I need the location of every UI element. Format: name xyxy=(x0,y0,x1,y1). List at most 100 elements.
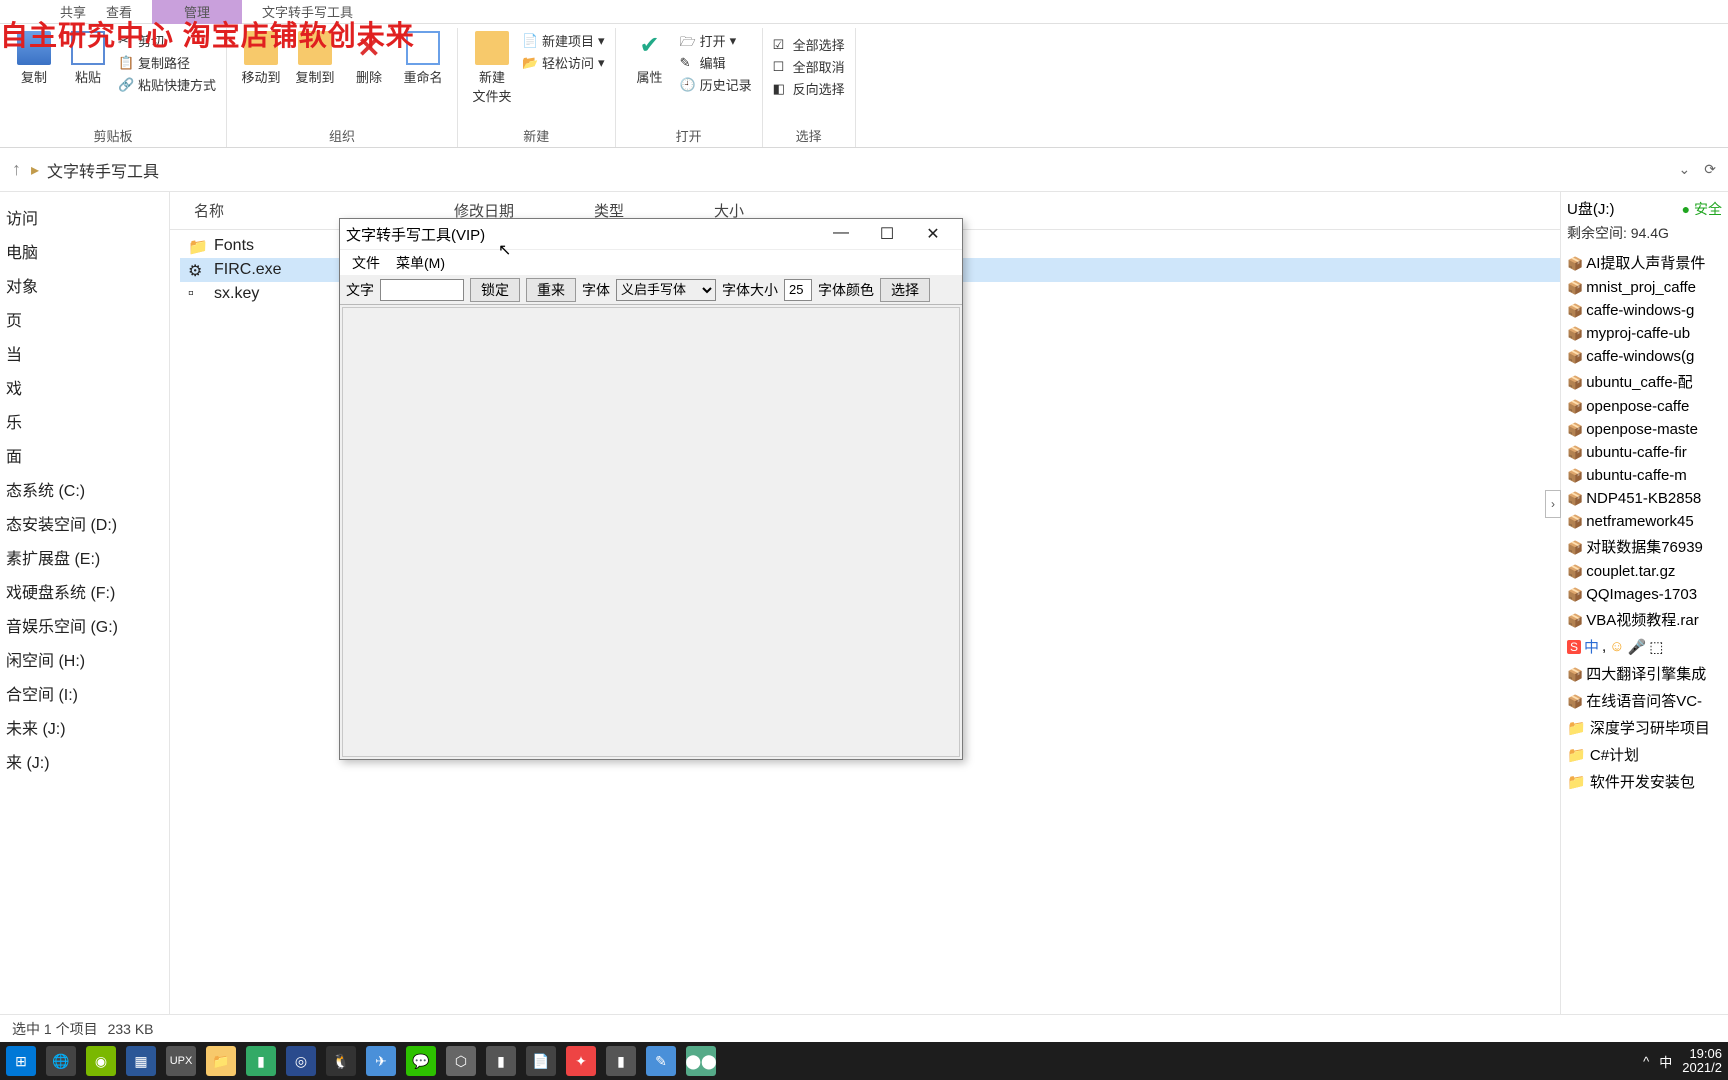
app7-icon[interactable]: ⬡ xyxy=(446,1046,476,1076)
left-nav: 访问电脑对象页当戏乐面态系统 (C:)态安装空间 (D:)素扩展盘 (E:)戏硬… xyxy=(0,192,170,1014)
right-item[interactable]: 四大翻译引擎集成 xyxy=(1567,660,1722,687)
easyaccess-button[interactable]: 📂轻松访问 ▾ xyxy=(522,53,605,72)
archive-item[interactable]: openpose-caffe xyxy=(1567,395,1722,418)
archive-item[interactable]: ubuntu_caffe-配 xyxy=(1567,368,1722,395)
edge-icon[interactable]: 🌐 xyxy=(46,1046,76,1076)
minimize-button[interactable]: — xyxy=(818,224,864,244)
app13-icon[interactable]: ⬤⬤ xyxy=(686,1046,716,1076)
nav-item[interactable]: 访问 xyxy=(4,200,169,234)
archive-item[interactable]: ubuntu-caffe-m xyxy=(1567,464,1722,487)
up-button[interactable]: ↑ xyxy=(12,159,21,180)
ime-toolbar[interactable]: S中,☺🎤⬚ xyxy=(1567,633,1722,660)
app8-icon[interactable]: ▮ xyxy=(486,1046,516,1076)
archive-item[interactable]: netframework45 xyxy=(1567,510,1722,533)
archive-item[interactable]: mnist_proj_caffe xyxy=(1567,276,1722,299)
nav-item[interactable]: 对象 xyxy=(4,268,169,302)
taskview-icon[interactable]: ▦ xyxy=(126,1046,156,1076)
explorer-icon[interactable]: 📁 xyxy=(206,1046,236,1076)
menu-file[interactable]: 文件 xyxy=(352,253,380,273)
archive-item[interactable]: ubuntu-caffe-fir xyxy=(1567,441,1722,464)
selectall-label: 全部选择 xyxy=(793,35,845,54)
nav-item[interactable]: 态安装空间 (D:) xyxy=(4,506,169,540)
select-none-button[interactable]: ☐全部取消 xyxy=(773,57,845,76)
maximize-button[interactable]: ☐ xyxy=(864,224,910,244)
right-item[interactable]: 📁 C#计划 xyxy=(1567,741,1722,768)
lock-button[interactable]: 锁定 xyxy=(470,278,520,302)
app12-icon[interactable]: ✎ xyxy=(646,1046,676,1076)
close-button[interactable]: ✕ xyxy=(910,224,956,244)
nav-item[interactable]: 音娱乐空间 (G:) xyxy=(4,608,169,642)
nav-item[interactable]: 当 xyxy=(4,336,169,370)
copypath-button[interactable]: 📋复制路径 xyxy=(118,53,216,72)
archive-item[interactable]: openpose-maste xyxy=(1567,418,1722,441)
properties-button[interactable]: ✔属性 xyxy=(626,31,674,86)
dialog-titlebar[interactable]: 文字转手写工具(VIP) — ☐ ✕ xyxy=(340,219,962,249)
upx-icon[interactable]: UPX xyxy=(166,1046,196,1076)
open-label: 打开 xyxy=(700,31,726,50)
nav-item[interactable]: 电脑 xyxy=(4,234,169,268)
app4-icon[interactable]: 🐧 xyxy=(326,1046,356,1076)
refresh-button[interactable]: ⟳ xyxy=(1704,161,1716,178)
path-icon: 📋 xyxy=(118,55,134,71)
panel-expand-toggle[interactable]: › xyxy=(1545,490,1561,518)
fontsize-input[interactable] xyxy=(784,279,812,301)
tray-up-icon[interactable]: ^ xyxy=(1643,1054,1649,1069)
select-invert-button[interactable]: ◧反向选择 xyxy=(773,79,845,98)
open-button[interactable]: 🗁打开 ▾ xyxy=(680,31,752,50)
start-button[interactable]: ⊞ xyxy=(6,1046,36,1076)
ime-indicator[interactable]: 中 xyxy=(1659,1052,1672,1071)
archive-item[interactable]: VBA视频教程.rar xyxy=(1567,606,1722,633)
nav-item[interactable]: 乐 xyxy=(4,404,169,438)
nav-item[interactable]: 来 (J:) xyxy=(4,744,169,778)
wechat-icon[interactable]: 💬 xyxy=(406,1046,436,1076)
archive-item[interactable]: AI提取人声背景件 xyxy=(1567,249,1722,276)
redo-button[interactable]: 重来 xyxy=(526,278,576,302)
safe-text: 安全 xyxy=(1694,201,1722,217)
dialog-toolbar: 文字 锁定 重来 字体 义启手写体 字体大小 字体颜色 选择 xyxy=(340,275,962,305)
browser-icon[interactable]: ◉ xyxy=(86,1046,116,1076)
app2-icon[interactable]: ▮ xyxy=(246,1046,276,1076)
nav-item[interactable]: 戏 xyxy=(4,370,169,404)
archive-item[interactable]: myproj-caffe-ub xyxy=(1567,322,1722,345)
history-dropdown[interactable]: ⌄ xyxy=(1679,161,1691,178)
menu-m[interactable]: 菜单(M) xyxy=(396,253,445,273)
select-all-button[interactable]: ☑全部选择 xyxy=(773,35,845,54)
archive-item[interactable]: couplet.tar.gz xyxy=(1567,560,1722,583)
archive-item[interactable]: QQImages-1703 xyxy=(1567,583,1722,606)
app11-icon[interactable]: ▮ xyxy=(606,1046,636,1076)
history-button[interactable]: 🕘历史记录 xyxy=(680,75,752,94)
nav-item[interactable]: 面 xyxy=(4,438,169,472)
text-input[interactable] xyxy=(380,279,464,301)
newitem-icon: 📄 xyxy=(522,33,538,49)
app5-icon[interactable]: ✈ xyxy=(366,1046,396,1076)
nav-item[interactable]: 素扩展盘 (E:) xyxy=(4,540,169,574)
props-label: 属性 xyxy=(637,67,663,86)
font-select[interactable]: 义启手写体 xyxy=(616,279,716,301)
newfolder-button[interactable]: 新建 文件夹 xyxy=(468,31,516,105)
right-item[interactable]: 📁 软件开发安装包 xyxy=(1567,768,1722,795)
status-bar: 选中 1 个项目 233 KB xyxy=(0,1014,1728,1042)
archive-item[interactable]: caffe-windows-g xyxy=(1567,299,1722,322)
rename-label: 重命名 xyxy=(404,67,443,86)
nav-item[interactable]: 未来 (J:) xyxy=(4,710,169,744)
newitem-button[interactable]: 📄新建项目 ▾ xyxy=(522,31,605,50)
archive-item[interactable]: NDP451-KB2858 xyxy=(1567,487,1722,510)
safe-badge: ● 安全 xyxy=(1682,199,1722,219)
app3-icon[interactable]: ◎ xyxy=(286,1046,316,1076)
address-path[interactable]: ▸ 文字转手写工具 xyxy=(31,158,1669,182)
dialog-canvas xyxy=(342,307,960,757)
right-item[interactable]: 📁 深度学习研毕项目 xyxy=(1567,714,1722,741)
right-item[interactable]: 在线语音问答VC- xyxy=(1567,687,1722,714)
nav-item[interactable]: 戏硬盘系统 (F:) xyxy=(4,574,169,608)
paste-shortcut-button[interactable]: 🔗粘贴快捷方式 xyxy=(118,75,216,94)
edit-button[interactable]: ✎编辑 xyxy=(680,53,752,72)
app9-icon[interactable]: 📄 xyxy=(526,1046,556,1076)
nav-item[interactable]: 闲空间 (H:) xyxy=(4,642,169,676)
nav-item[interactable]: 合空间 (I:) xyxy=(4,676,169,710)
nav-item[interactable]: 页 xyxy=(4,302,169,336)
archive-item[interactable]: caffe-windows(g xyxy=(1567,345,1722,368)
choose-color-button[interactable]: 选择 xyxy=(880,278,930,302)
archive-item[interactable]: 对联数据集76939 xyxy=(1567,533,1722,560)
nav-item[interactable]: 态系统 (C:) xyxy=(4,472,169,506)
app10-icon[interactable]: ✦ xyxy=(566,1046,596,1076)
